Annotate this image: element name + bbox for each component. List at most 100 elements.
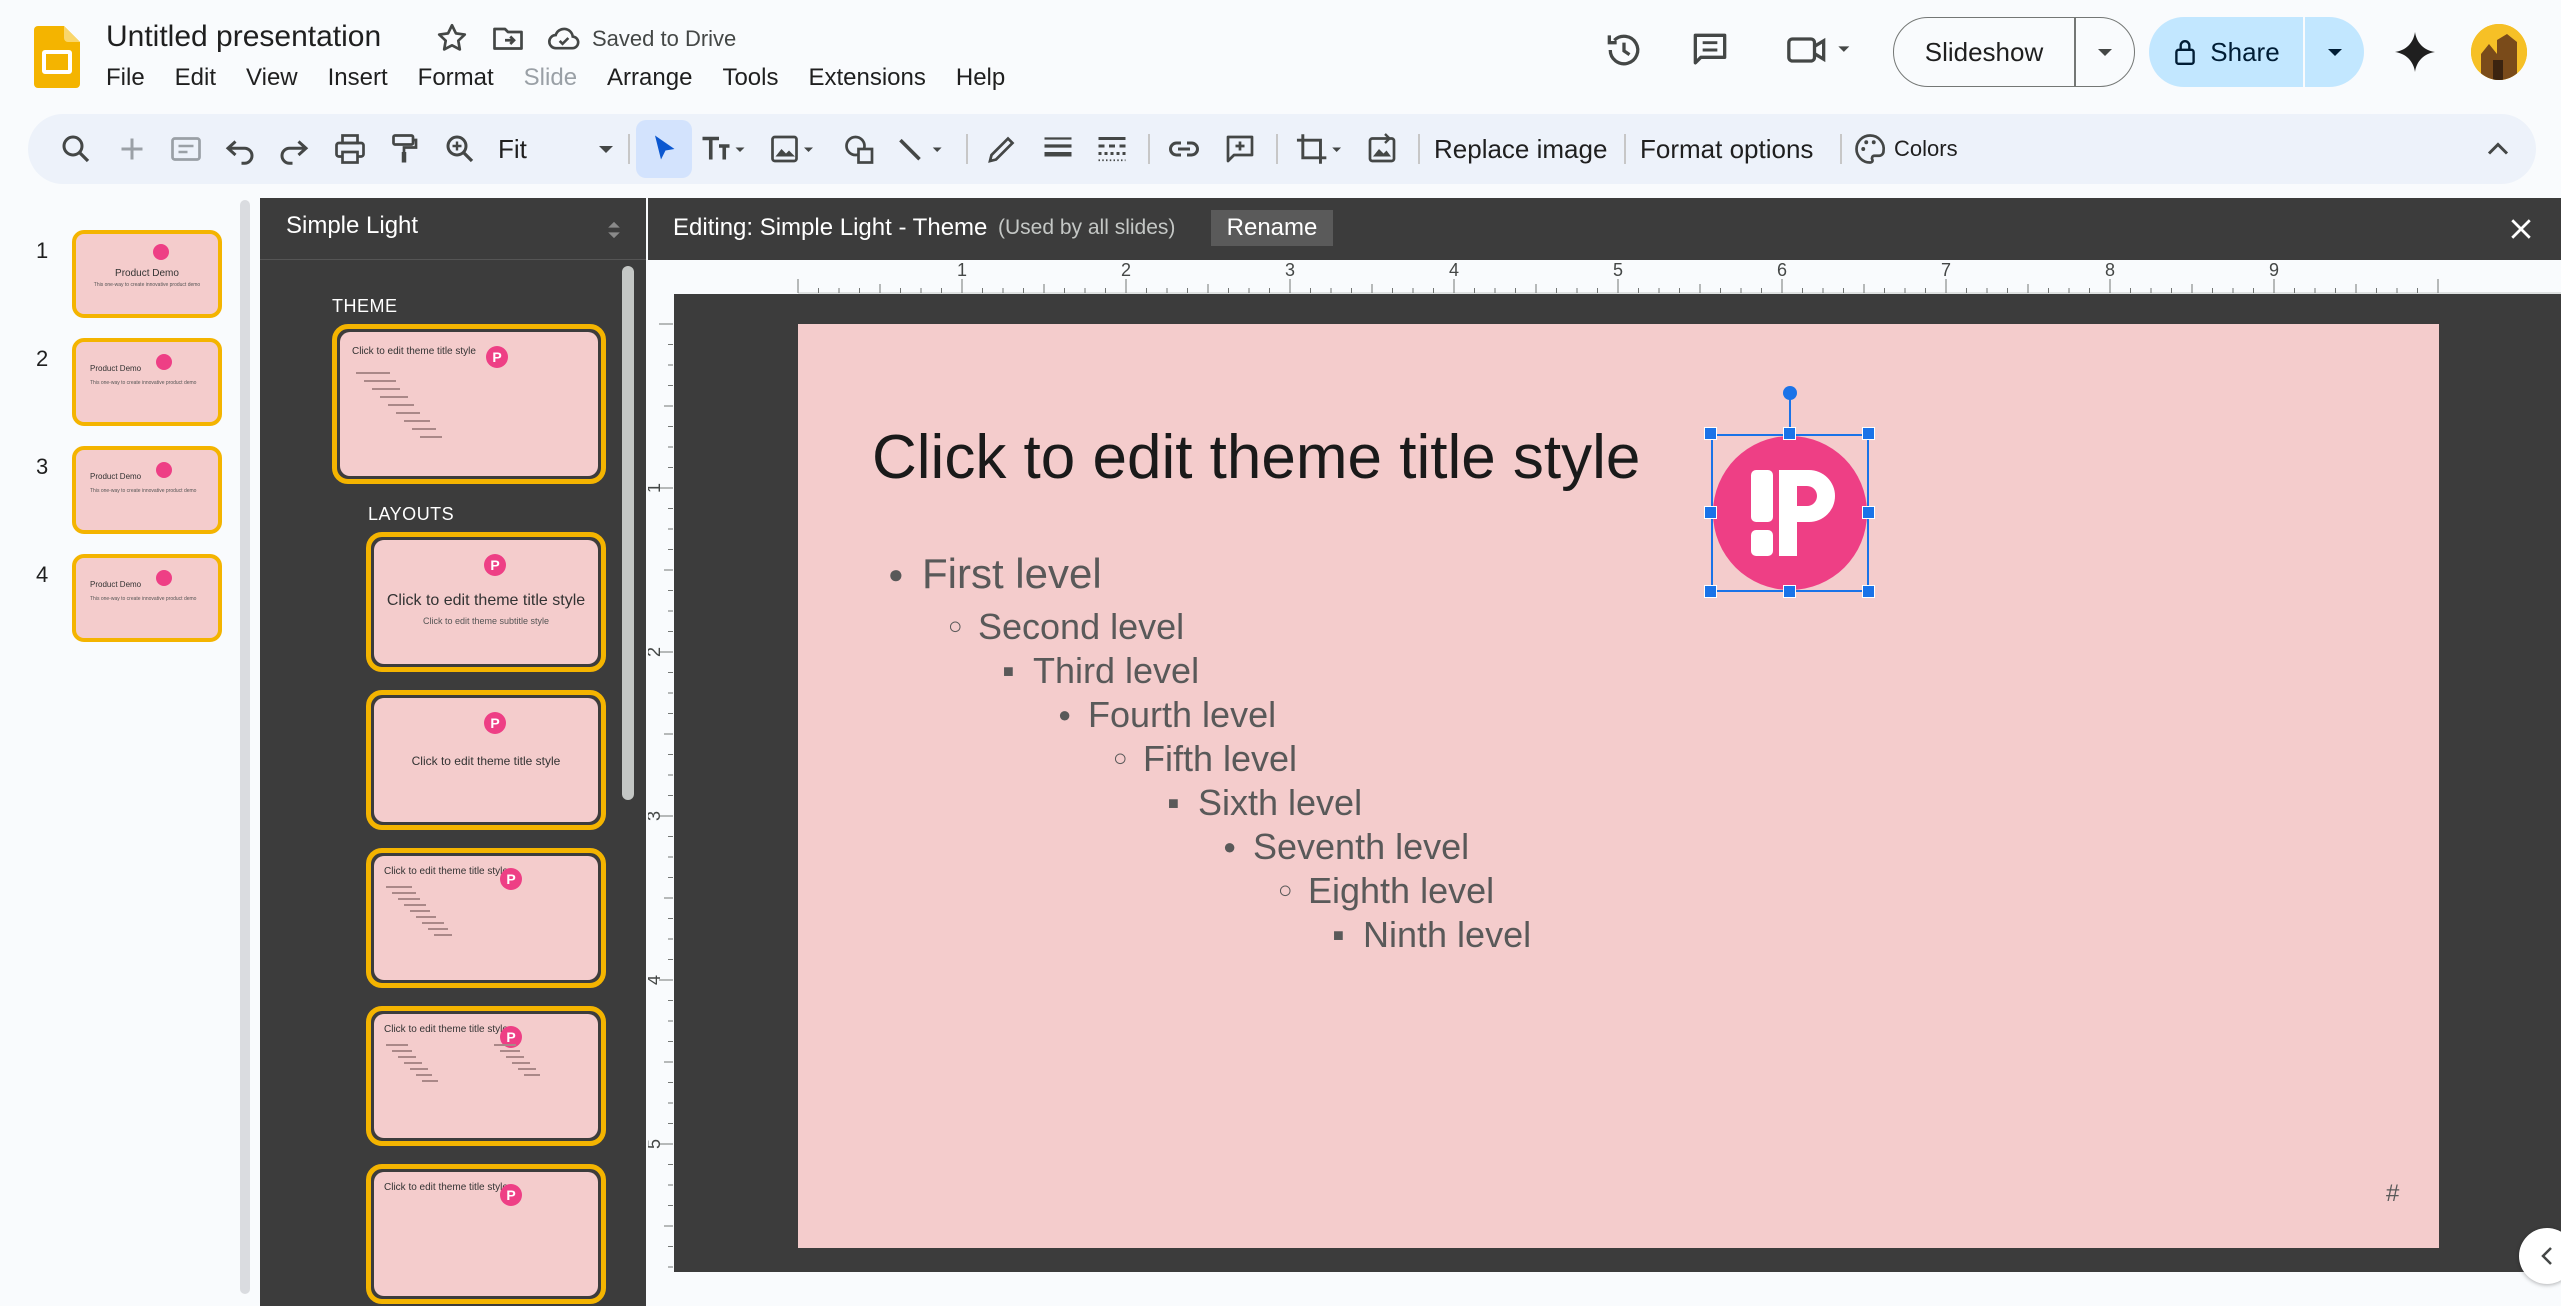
replace-image-button[interactable]: Replace image bbox=[1434, 134, 1607, 165]
slides-logo[interactable] bbox=[34, 26, 80, 88]
colors-button[interactable]: Colors bbox=[1894, 136, 1958, 162]
canvas-bottom bbox=[648, 1272, 2561, 1306]
thumb-subtitle: This one-way to create innovative produc… bbox=[90, 596, 197, 602]
menu-format[interactable]: Format bbox=[418, 64, 494, 92]
layout-thumbnail[interactable]: Click to edit theme title style P bbox=[366, 1006, 606, 1146]
resize-handle[interactable] bbox=[1704, 506, 1717, 519]
menu-bar: File Edit View Insert Format Slide Arran… bbox=[106, 64, 1035, 92]
pen-icon[interactable] bbox=[984, 131, 1020, 167]
bullet-level-3[interactable]: ■ Third level bbox=[1003, 650, 1199, 692]
resize-handle[interactable] bbox=[1862, 427, 1875, 440]
document-title[interactable]: Untitled presentation bbox=[106, 20, 381, 54]
theme-master-thumbnail[interactable]: Click to edit theme title style P bbox=[332, 324, 606, 484]
paint-format-icon[interactable] bbox=[386, 131, 422, 167]
layout-title: Click to edit theme title style bbox=[411, 754, 561, 768]
menu-extensions[interactable]: Extensions bbox=[808, 64, 925, 92]
editing-title: Editing: Simple Light - Theme bbox=[673, 214, 988, 241]
bullet-level-9[interactable]: ■ Ninth level bbox=[1333, 914, 1531, 956]
reset-image-icon[interactable] bbox=[1364, 131, 1400, 167]
undo-icon[interactable] bbox=[222, 131, 258, 167]
print-icon[interactable] bbox=[332, 131, 368, 167]
star-icon[interactable] bbox=[434, 20, 470, 56]
add-comment-icon[interactable] bbox=[1222, 131, 1258, 167]
close-icon[interactable] bbox=[2506, 214, 2536, 244]
slide-canvas[interactable]: Click to edit theme title style ● First … bbox=[798, 324, 2439, 1248]
redo-icon[interactable] bbox=[276, 131, 312, 167]
collapse-icon[interactable] bbox=[2480, 131, 2516, 167]
border-weight-icon[interactable] bbox=[1040, 131, 1076, 167]
zoom-select[interactable]: Fit bbox=[498, 134, 527, 165]
theme-selector[interactable]: Simple Light bbox=[260, 198, 646, 260]
text-box-icon[interactable] bbox=[698, 131, 746, 167]
slide-title[interactable]: Click to edit theme title style bbox=[872, 422, 1640, 493]
link-icon[interactable] bbox=[1166, 131, 1202, 167]
layout-thumbnail[interactable]: Click to edit theme title style P bbox=[366, 848, 606, 988]
history-icon[interactable] bbox=[1602, 28, 1646, 72]
sort-icon[interactable] bbox=[600, 216, 628, 244]
ruler-label: 9 bbox=[2269, 260, 2279, 280]
side-panel-toggle[interactable] bbox=[2519, 1228, 2561, 1284]
select-icon[interactable] bbox=[646, 131, 682, 167]
panel-scrollbar[interactable] bbox=[622, 266, 634, 800]
resize-handle[interactable] bbox=[1862, 585, 1875, 598]
rename-button[interactable]: Rename bbox=[1211, 210, 1333, 246]
bullet-level-4[interactable]: ● Fourth level bbox=[1058, 694, 1276, 736]
shape-icon[interactable] bbox=[842, 131, 878, 167]
zoom-icon[interactable] bbox=[442, 131, 478, 167]
menu-view[interactable]: View bbox=[246, 64, 298, 92]
move-to-folder-icon[interactable] bbox=[490, 20, 526, 56]
filmstrip-scrollbar[interactable] bbox=[240, 200, 250, 1294]
menu-help[interactable]: Help bbox=[956, 64, 1005, 92]
bullet-level-7[interactable]: ● Seventh level bbox=[1223, 826, 1469, 868]
horizontal-ruler[interactable]: 1 2 3 4 5 6 7 8 9 bbox=[648, 260, 2561, 294]
bullet-level-6[interactable]: ■ Sixth level bbox=[1168, 782, 1362, 824]
share-button[interactable]: Share bbox=[2149, 17, 2364, 87]
top-bar: Untitled presentation Saved to Drive Fil… bbox=[0, 0, 2561, 108]
chevron-down-icon[interactable] bbox=[594, 131, 618, 167]
resize-handle[interactable] bbox=[1704, 585, 1717, 598]
image-icon[interactable] bbox=[768, 131, 816, 167]
slide-thumbnail[interactable]: Product Demo This one-way to create inno… bbox=[72, 230, 222, 318]
menu-arrange[interactable]: Arrange bbox=[607, 64, 692, 92]
crop-icon[interactable] bbox=[1294, 131, 1344, 167]
new-slide-icon[interactable] bbox=[114, 131, 150, 167]
meet-icon[interactable] bbox=[1782, 28, 1858, 72]
slideshow-button[interactable]: Slideshow bbox=[1893, 17, 2135, 87]
resize-handle[interactable] bbox=[1704, 427, 1717, 440]
border-dash-icon[interactable] bbox=[1094, 131, 1130, 167]
bullet-level-1[interactable]: ● First level bbox=[888, 550, 1102, 598]
chevron-down-icon[interactable] bbox=[2076, 46, 2135, 58]
comment-icon[interactable] bbox=[1688, 28, 1732, 72]
slide-thumbnail[interactable]: Product Demo This one-way to create inno… bbox=[72, 338, 222, 426]
bullet-level-2[interactable]: ○ Second level bbox=[948, 606, 1184, 648]
search-icon[interactable] bbox=[58, 131, 94, 167]
resize-handle[interactable] bbox=[1862, 506, 1875, 519]
menu-tools[interactable]: Tools bbox=[722, 64, 778, 92]
layout-thumbnail[interactable]: Click to edit theme title style P bbox=[366, 1164, 606, 1304]
resize-handle[interactable] bbox=[1783, 427, 1796, 440]
logo-icon: P bbox=[500, 868, 522, 890]
menu-insert[interactable]: Insert bbox=[328, 64, 388, 92]
bullet-level-5[interactable]: ○ Fifth level bbox=[1113, 738, 1297, 780]
thumb-title: Product Demo bbox=[90, 364, 142, 373]
line-icon[interactable] bbox=[896, 131, 946, 167]
format-options-button[interactable]: Format options bbox=[1640, 134, 1813, 165]
rotate-handle[interactable] bbox=[1783, 386, 1797, 400]
menu-edit[interactable]: Edit bbox=[175, 64, 216, 92]
vertical-ruler[interactable]: 1 2 3 4 5 bbox=[648, 294, 674, 1306]
menu-slide[interactable]: Slide bbox=[524, 64, 577, 92]
slide-number-placeholder[interactable]: # bbox=[2386, 1180, 2399, 1208]
menu-file[interactable]: File bbox=[106, 64, 145, 92]
bullet-level-8[interactable]: ○ Eighth level bbox=[1278, 870, 1494, 912]
palette-icon[interactable] bbox=[1852, 131, 1888, 167]
slide-thumbnail[interactable]: Product Demo This one-way to create inno… bbox=[72, 554, 222, 642]
layout-icon[interactable] bbox=[168, 131, 204, 167]
slide-thumbnail[interactable]: Product Demo This one-way to create inno… bbox=[72, 446, 222, 534]
share-main[interactable]: Share bbox=[2149, 37, 2303, 68]
resize-handle[interactable] bbox=[1783, 585, 1796, 598]
chevron-down-icon[interactable] bbox=[2305, 46, 2364, 58]
layout-thumbnail[interactable]: P Click to edit theme title style Click … bbox=[366, 532, 606, 672]
layout-thumbnail[interactable]: P Click to edit theme title style bbox=[366, 690, 606, 830]
gemini-icon[interactable] bbox=[2391, 28, 2439, 76]
avatar[interactable] bbox=[2471, 24, 2527, 80]
